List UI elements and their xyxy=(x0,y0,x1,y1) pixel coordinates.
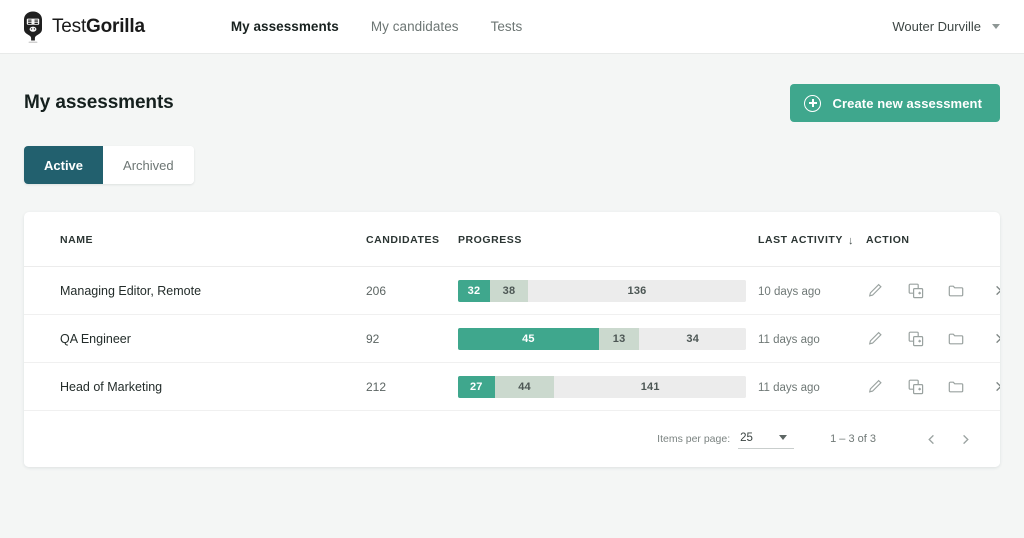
last-activity-value: 10 days ago xyxy=(758,286,821,298)
row-actions xyxy=(866,329,1000,349)
duplicate-icon[interactable] xyxy=(907,377,926,397)
chevron-right-icon[interactable] xyxy=(990,281,1001,301)
candidate-count: 212 xyxy=(366,380,386,394)
top-navigation-bar: TestGorilla My assessments My candidates… xyxy=(0,0,1024,54)
create-new-assessment-button[interactable]: Create new assessment xyxy=(790,84,1000,122)
brand-name: TestGorilla xyxy=(52,16,145,38)
assessment-name: Managing Editor, Remote xyxy=(60,284,201,298)
candidate-count: 206 xyxy=(366,284,386,298)
brand-logo[interactable]: TestGorilla xyxy=(20,10,145,44)
assessment-status-tabs: Active Archived xyxy=(24,146,194,184)
items-per-page-value: 25 xyxy=(740,432,753,444)
assessment-name: Head of Marketing xyxy=(60,380,162,394)
folder-icon[interactable] xyxy=(947,281,966,301)
primary-nav: My assessments My candidates Tests xyxy=(231,19,522,34)
chevron-right-icon[interactable] xyxy=(990,377,1001,397)
chevron-down-icon xyxy=(779,435,787,440)
chevron-right-icon[interactable] xyxy=(948,422,982,456)
progress-segment-in-progress: 38 xyxy=(490,280,528,302)
progress-segment-completed: 32 xyxy=(458,280,490,302)
column-header-action: ACTION xyxy=(866,212,1000,267)
folder-icon[interactable] xyxy=(947,377,966,397)
page-title: My assessments xyxy=(24,92,174,114)
column-header-progress[interactable]: PROGRESS xyxy=(458,212,758,267)
row-actions xyxy=(866,377,1000,397)
progress-bar: 45 13 34 xyxy=(458,328,746,350)
tab-active[interactable]: Active xyxy=(24,146,103,184)
progress-segment-completed: 27 xyxy=(458,376,495,398)
progress-segment-completed: 45 xyxy=(458,328,599,350)
pencil-icon[interactable] xyxy=(866,377,885,397)
table-row[interactable]: Head of Marketing 212 27 44 141 11 days … xyxy=(24,363,1000,411)
table-head: NAME CANDIDATES PROGRESS LAST ACTIVITY↓ … xyxy=(24,212,1000,267)
row-actions xyxy=(866,281,1000,301)
pencil-icon[interactable] xyxy=(866,281,885,301)
items-per-page-label: Items per page: xyxy=(657,433,730,445)
create-new-assessment-label: Create new assessment xyxy=(832,96,982,111)
user-name-label: Wouter Durville xyxy=(892,19,981,34)
duplicate-icon[interactable] xyxy=(907,329,926,349)
progress-segment-in-progress: 44 xyxy=(495,376,555,398)
assessment-name: QA Engineer xyxy=(60,332,131,346)
nav-link-tests[interactable]: Tests xyxy=(491,19,523,34)
duplicate-icon[interactable] xyxy=(907,281,926,301)
chevron-left-icon[interactable] xyxy=(914,422,948,456)
folder-icon[interactable] xyxy=(947,329,966,349)
progress-segment-not-started: 136 xyxy=(528,280,746,302)
progress-segment-in-progress: 13 xyxy=(599,328,640,350)
page-content: My assessments Create new assessment Act… xyxy=(0,54,1024,467)
last-activity-value: 11 days ago xyxy=(758,382,820,394)
progress-bar: 27 44 141 xyxy=(458,376,746,398)
nav-link-my-assessments[interactable]: My assessments xyxy=(231,19,339,34)
table-body: Managing Editor, Remote 206 32 38 136 10… xyxy=(24,267,1000,411)
assessments-table: NAME CANDIDATES PROGRESS LAST ACTIVITY↓ … xyxy=(24,212,1000,411)
column-header-name[interactable]: NAME xyxy=(24,212,366,267)
column-header-candidates[interactable]: CANDIDATES xyxy=(366,212,458,267)
last-activity-value: 11 days ago xyxy=(758,334,820,346)
gorilla-logo-icon xyxy=(20,10,46,44)
pencil-icon[interactable] xyxy=(866,329,885,349)
table-header-row: NAME CANDIDATES PROGRESS LAST ACTIVITY↓ … xyxy=(24,212,1000,267)
items-per-page-select[interactable]: 25 xyxy=(738,430,794,449)
progress-bar: 32 38 136 xyxy=(458,280,746,302)
table-row[interactable]: QA Engineer 92 45 13 34 11 days ago xyxy=(24,315,1000,363)
chevron-down-icon xyxy=(992,24,1000,29)
plus-circle-icon xyxy=(804,95,821,112)
progress-segment-not-started: 34 xyxy=(639,328,746,350)
brand-name-light: Test xyxy=(52,16,86,37)
arrow-down-icon: ↓ xyxy=(848,235,854,247)
page-header: My assessments Create new assessment xyxy=(24,54,1000,122)
column-header-last-activity-label: LAST ACTIVITY xyxy=(758,234,843,246)
assessments-card: NAME CANDIDATES PROGRESS LAST ACTIVITY↓ … xyxy=(24,212,1000,467)
progress-segment-not-started: 141 xyxy=(554,376,746,398)
chevron-right-icon[interactable] xyxy=(990,329,1001,349)
table-paginator: Items per page: 25 1 – 3 of 3 xyxy=(24,411,1000,467)
nav-link-my-candidates[interactable]: My candidates xyxy=(371,19,459,34)
pagination-range-label: 1 – 3 of 3 xyxy=(830,433,876,445)
column-header-last-activity[interactable]: LAST ACTIVITY ↓ xyxy=(758,212,866,267)
tab-archived[interactable]: Archived xyxy=(103,146,194,184)
candidate-count: 92 xyxy=(366,332,379,346)
brand-name-bold: Gorilla xyxy=(86,16,145,37)
user-menu[interactable]: Wouter Durville xyxy=(892,19,1000,34)
table-row[interactable]: Managing Editor, Remote 206 32 38 136 10… xyxy=(24,267,1000,315)
